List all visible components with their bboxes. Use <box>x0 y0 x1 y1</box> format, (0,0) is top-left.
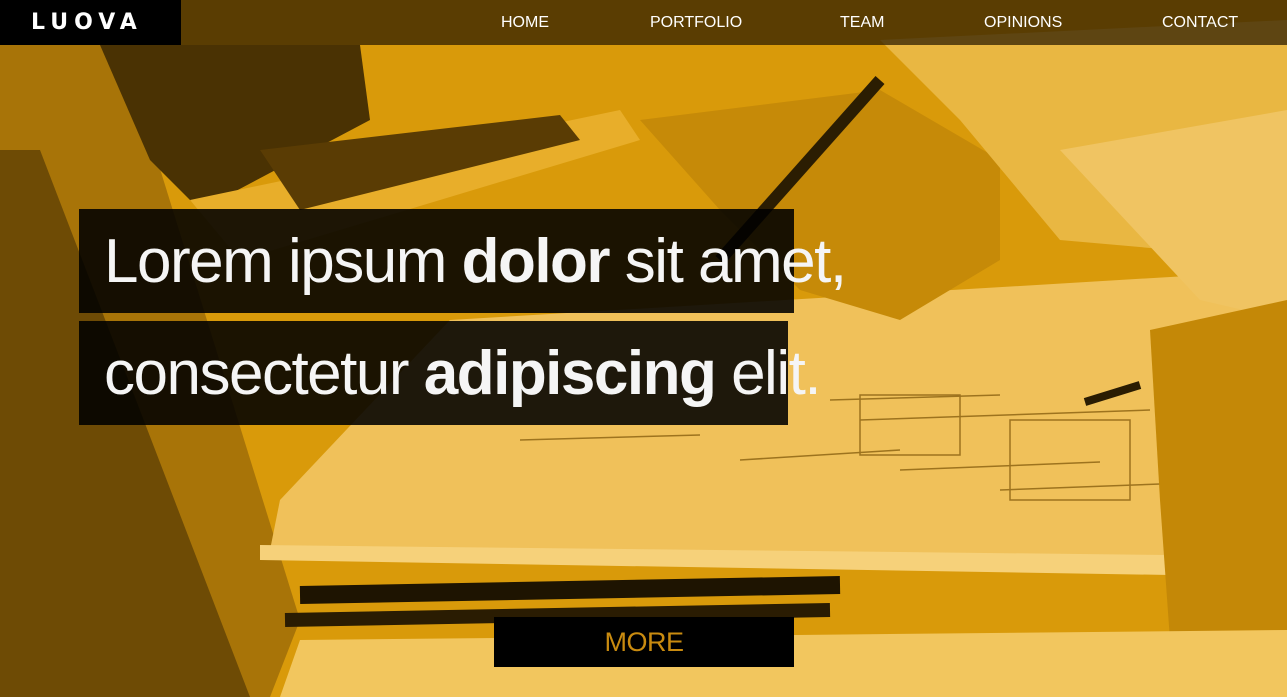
nav-portfolio-link[interactable]: PORTFOLIO <box>650 0 742 45</box>
headline-2-after: elit. <box>715 338 821 408</box>
nav-opinions-link[interactable]: OPINIONS <box>984 0 1062 45</box>
hero-headline-line-1: Lorem ipsum dolor sit amet, <box>79 209 847 313</box>
nav-home-link[interactable]: HOME <box>501 0 549 45</box>
headline-2-bold: adipiscing <box>423 338 717 408</box>
headline-1-text: Lorem ipsum <box>104 226 462 296</box>
site-logo[interactable]: LUOVA <box>0 0 181 45</box>
nav-team-link[interactable]: TEAM <box>840 0 884 45</box>
headline-1-bold: dolor <box>461 226 611 296</box>
headline-2-text: consectetur <box>104 338 424 408</box>
more-button[interactable]: MORE <box>494 617 794 667</box>
top-navbar: LUOVA HOME PORTFOLIO TEAM OPINIONS CONTA… <box>0 0 1287 45</box>
hero-headline-line-2: consectetur adipiscing elit. <box>79 321 822 425</box>
headline-1-after: sit amet, <box>609 226 847 296</box>
nav-contact-link[interactable]: CONTACT <box>1162 0 1238 45</box>
